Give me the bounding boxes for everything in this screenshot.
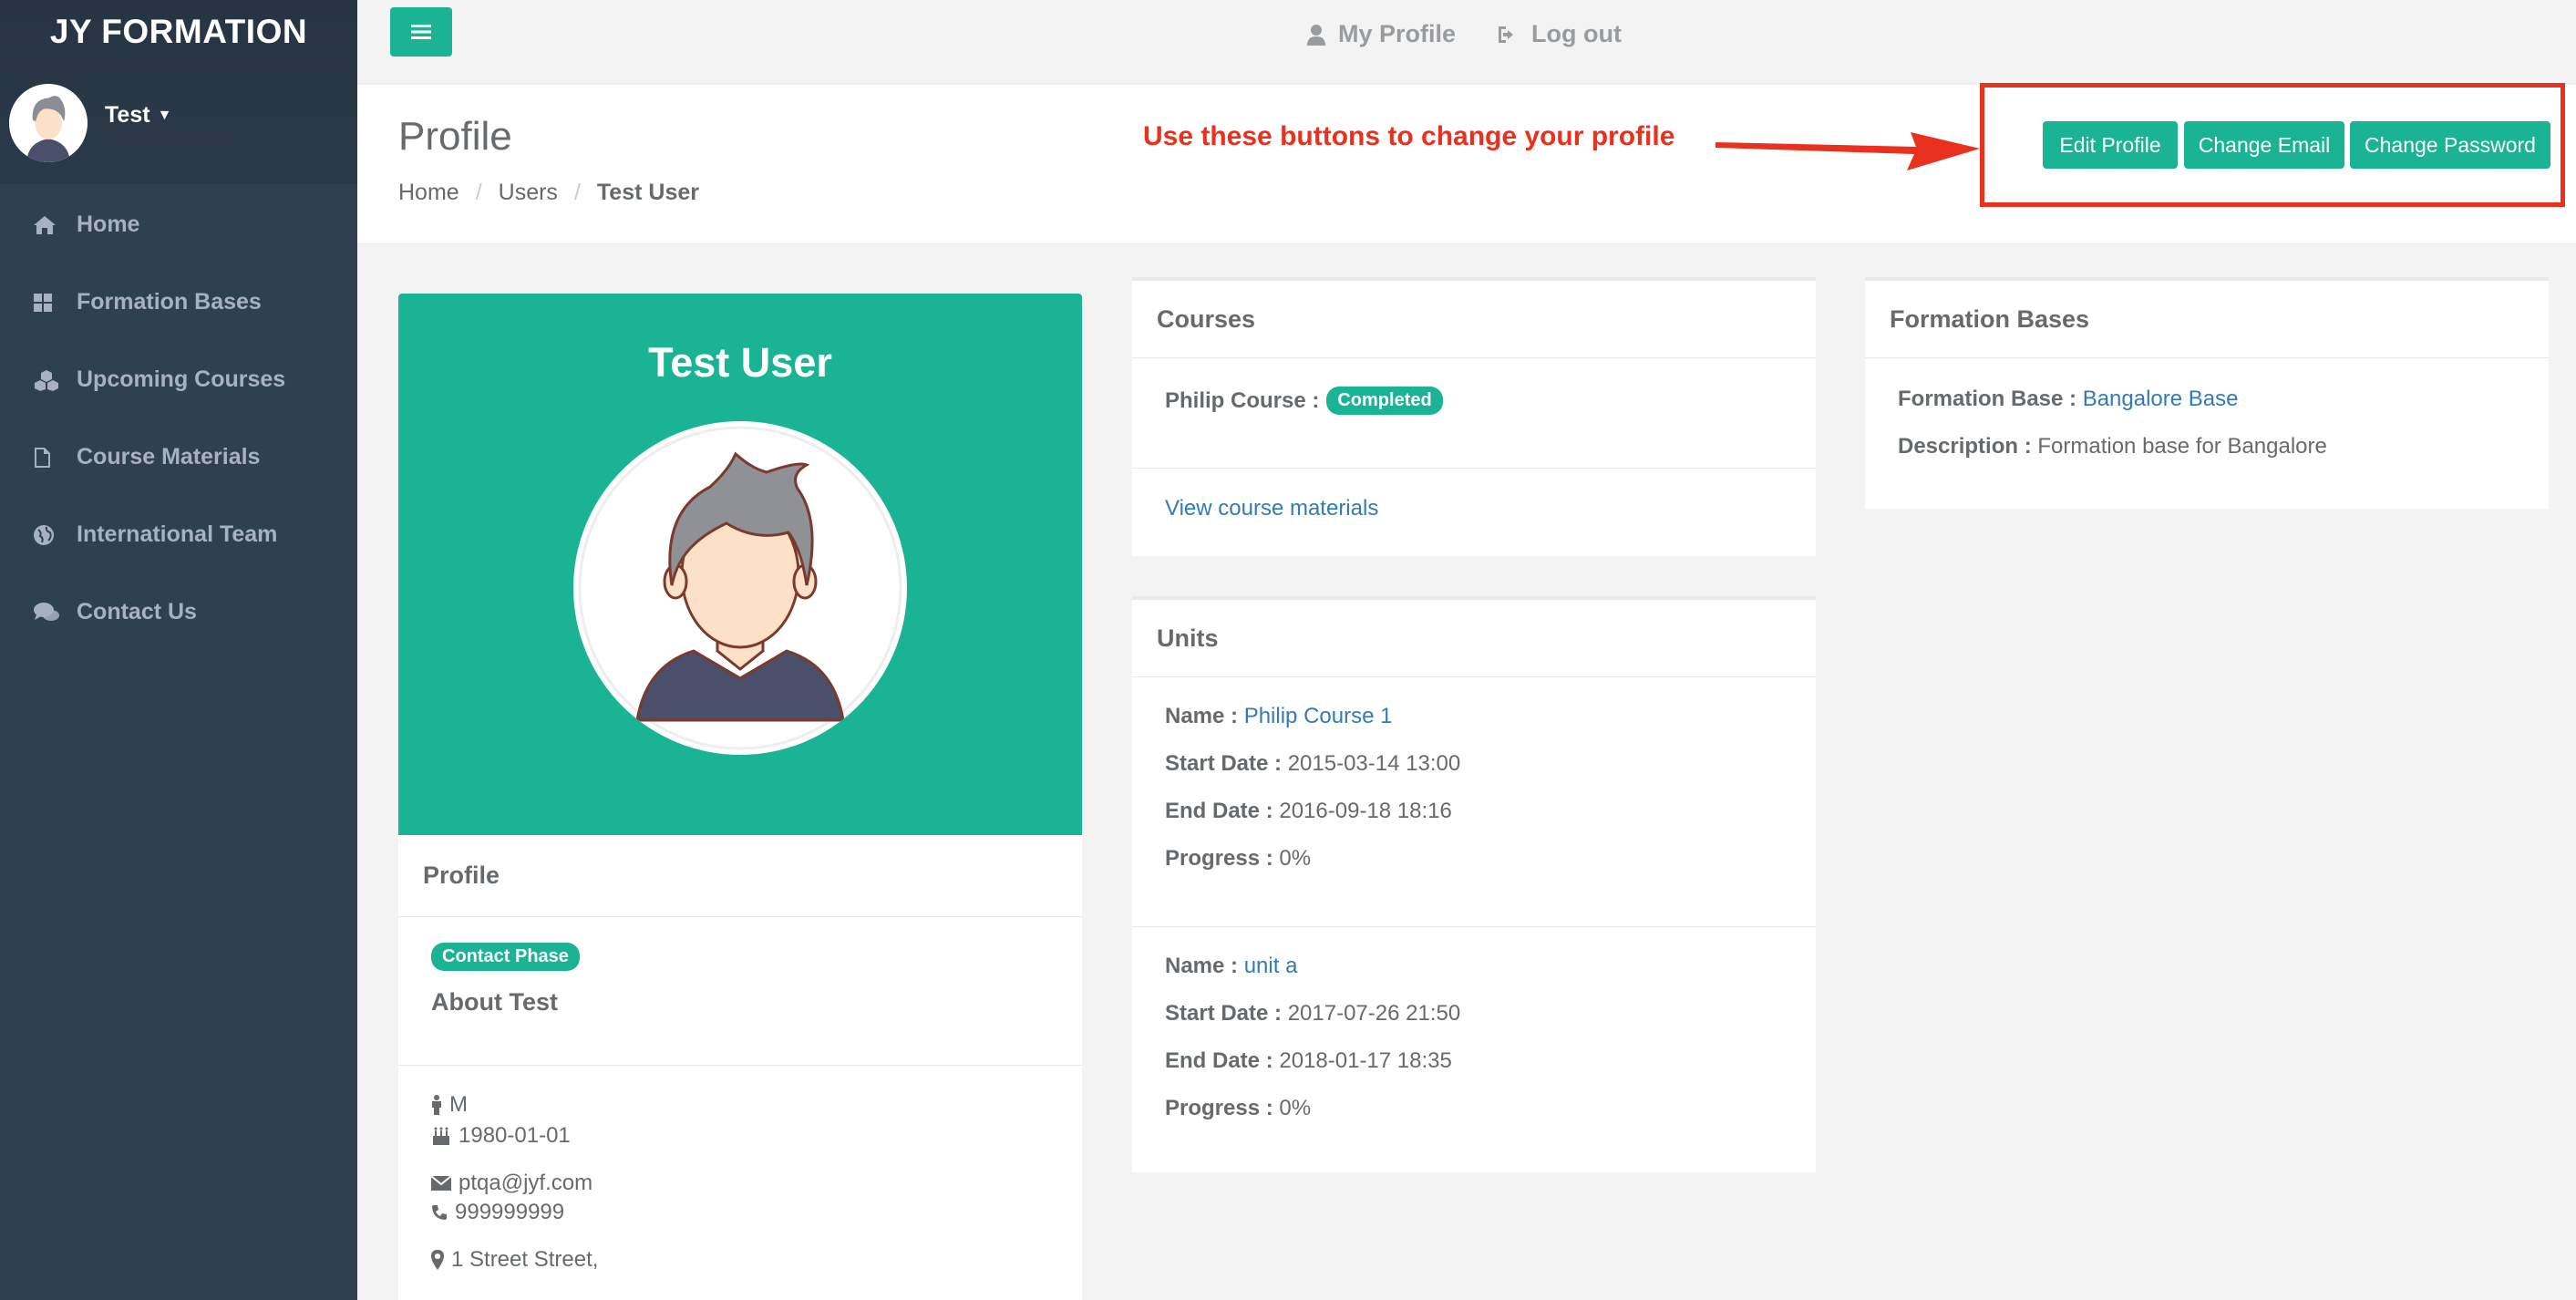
edit-profile-button[interactable]: Edit Profile — [2043, 121, 2178, 169]
sidebar-item-label: Upcoming Courses — [77, 366, 286, 392]
my-profile-label: My Profile — [1338, 20, 1457, 47]
sidebar-avatar[interactable] — [9, 84, 88, 162]
course-label: Philip Course : — [1165, 387, 1320, 413]
birthdate-value: 1980-01-01 — [459, 1123, 571, 1148]
profile-name: Test User — [648, 339, 832, 386]
formation-description-row: Description : Formation base for Bangalo… — [1898, 434, 2327, 459]
phone-icon — [432, 1205, 447, 1220]
formation-base-row: Formation Base : Bangalore Base — [1898, 387, 2239, 411]
map-marker-icon — [431, 1250, 444, 1270]
breadcrumb-home[interactable]: Home — [398, 180, 459, 206]
globe-icon — [33, 524, 77, 546]
sidebar-item-formation-bases[interactable]: Formation Bases — [0, 263, 357, 341]
avatar-icon — [578, 426, 902, 750]
sidebar-item-contact-us[interactable]: Contact Us — [0, 573, 357, 651]
contact-phase-badge: Contact Phase — [431, 943, 580, 971]
unit-end-row: End Date : 2018-01-17 18:35 — [1165, 1048, 1452, 1073]
breadcrumb: Home / Users / Test User — [398, 180, 699, 206]
annotation-text: Use these buttons to change your profile — [1143, 121, 1675, 151]
view-course-materials-link[interactable]: View course materials — [1165, 496, 1378, 521]
hamburger-icon — [411, 25, 431, 39]
sidebar-item-label: Home — [77, 212, 140, 237]
formation-bases-panel: Formation Bases Formation Base : Bangalo… — [1865, 277, 2549, 509]
unit-end-row: End Date : 2016-09-18 18:16 — [1165, 799, 1452, 823]
profile-banner: Test User — [398, 294, 1082, 835]
gender-line: M — [431, 1092, 468, 1118]
birthday-cake-icon — [433, 1127, 449, 1145]
breadcrumb-users[interactable]: Users — [499, 180, 558, 206]
divider — [1132, 468, 1816, 469]
unit-start-row: Start Date : 2017-07-26 21:50 — [1165, 1001, 1461, 1026]
profile-card: Test User Profile Contact Phase About Te… — [398, 294, 1082, 1300]
grid-icon — [33, 293, 77, 313]
chat-icon — [33, 602, 77, 624]
birthdate-line: 1980-01-01 — [431, 1123, 571, 1149]
topbar: My Profile Log out — [357, 0, 2576, 84]
sidebar-item-international-team[interactable]: International Team — [0, 496, 357, 573]
page-heading: Profile Home / Users / Test User Use the… — [357, 83, 2576, 244]
profile-section-header: Profile — [398, 835, 1082, 917]
unit-name-link[interactable]: unit a — [1244, 954, 1298, 978]
brand-logo[interactable]: JY FORMATION — [0, 13, 357, 51]
sidebar-item-upcoming-courses[interactable]: Upcoming Courses — [0, 341, 357, 418]
gender-value: M — [449, 1092, 468, 1117]
unit-progress-row: Progress : 0% — [1165, 1096, 1312, 1120]
units-panel: Units Name : Philip Course 1 Start Date … — [1132, 596, 1816, 1172]
sign-out-icon — [1499, 26, 1513, 43]
logout-label: Log out — [1531, 20, 1622, 47]
sidebar-item-label: Course Materials — [77, 444, 261, 469]
change-email-button[interactable]: Change Email — [2184, 121, 2344, 169]
course-row: Philip Course : Completed — [1165, 387, 1443, 415]
course-status-badge: Completed — [1326, 387, 1443, 415]
divider — [1132, 926, 1816, 927]
units-title: Units — [1132, 600, 1816, 677]
email-line: ptqa@jyf.com — [431, 1171, 592, 1196]
annotation-arrow-icon — [1716, 132, 1980, 170]
logout-link[interactable]: Log out — [1497, 20, 1622, 48]
caret-down-icon: ▼ — [157, 108, 172, 124]
sidebar-user-menu[interactable]: Test ▼ — [105, 102, 171, 129]
phone-value[interactable]: 999999999 — [455, 1200, 564, 1225]
sidebar-username: Test — [105, 102, 150, 128]
breadcrumb-separator: / — [573, 180, 581, 205]
address-value: 1 Street Street, — [451, 1247, 599, 1272]
change-password-button[interactable]: Change Password — [2350, 121, 2550, 169]
male-icon — [432, 1095, 441, 1115]
phone-line: 999999999 — [431, 1200, 564, 1225]
unit-name-link[interactable]: Philip Course 1 — [1244, 704, 1393, 728]
menu-toggle-button[interactable] — [390, 7, 452, 57]
divider — [398, 1065, 1082, 1066]
sidebar-nav: Home Formation Bases Upcoming Courses Co… — [0, 186, 357, 651]
unit-name-row: Name : unit a — [1165, 954, 1298, 978]
envelope-icon — [431, 1175, 451, 1191]
sidebar-header: JY FORMATION Test ▼ — [0, 0, 357, 184]
email-value[interactable]: ptqa@jyf.com — [459, 1171, 592, 1196]
breadcrumb-current: Test User — [596, 180, 699, 205]
avatar-icon — [9, 84, 88, 162]
about-heading: About Test — [431, 988, 558, 1016]
courses-title: Courses — [1132, 281, 1816, 358]
breadcrumb-separator: / — [475, 180, 482, 205]
unit-progress-row: Progress : 0% — [1165, 846, 1312, 871]
formation-bases-title: Formation Bases — [1865, 281, 2549, 358]
page-title: Profile — [398, 114, 512, 159]
courses-panel: Courses Philip Course : Completed View c… — [1132, 277, 1816, 556]
unit-start-row: Start Date : 2015-03-14 13:00 — [1165, 751, 1461, 776]
address-line: 1 Street Street, — [431, 1247, 598, 1273]
unit-name-row: Name : Philip Course 1 — [1165, 704, 1393, 728]
profile-section-title: Profile — [423, 862, 500, 889]
formation-base-link[interactable]: Bangalore Base — [2083, 387, 2239, 411]
sidebar: JY FORMATION Test ▼ Home Formation Bases — [0, 0, 357, 1300]
sidebar-item-label: Formation Bases — [77, 289, 262, 315]
sidebar-item-course-materials[interactable]: Course Materials — [0, 418, 357, 496]
sidebar-item-label: Contact Us — [77, 599, 197, 624]
profile-avatar — [573, 421, 907, 755]
my-profile-link[interactable]: My Profile — [1307, 20, 1456, 48]
cubes-icon — [33, 369, 77, 391]
home-icon — [33, 215, 77, 235]
user-icon — [1307, 24, 1325, 46]
sidebar-item-home[interactable]: Home — [0, 186, 357, 263]
file-icon — [33, 447, 77, 469]
sidebar-item-label: International Team — [77, 521, 278, 547]
